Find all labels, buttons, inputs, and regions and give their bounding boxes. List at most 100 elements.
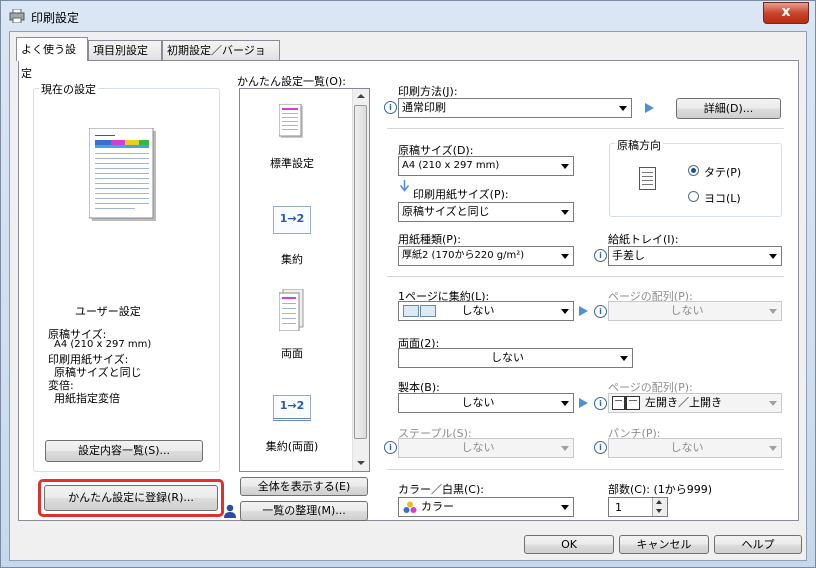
portrait-label[interactable]: タテ(P): [704, 164, 741, 180]
landscape-label[interactable]: ヨコ(L): [704, 190, 741, 206]
page-order-value: しない: [670, 304, 704, 317]
page-order-select[interactable]: しない: [608, 301, 782, 321]
landscape-radio[interactable]: [688, 191, 699, 202]
nup-info-icon[interactable]: i: [594, 305, 607, 318]
chevron-down-icon: [769, 446, 777, 451]
chevron-down-icon: [769, 254, 777, 259]
original-size-select[interactable]: A4 (210 x 297 mm): [398, 156, 574, 176]
easy-settings-list[interactable]: 標準設定 1→2 集約 両面 1→2 集約(両面): [239, 88, 370, 472]
copies-value[interactable]: 1: [615, 501, 622, 514]
scroll-up-icon[interactable]: [357, 94, 365, 98]
copies-stepper[interactable]: 1: [608, 497, 668, 517]
standard-setting-icon: [279, 104, 303, 138]
down-arrow-icon: [400, 180, 409, 192]
tab-item-settings[interactable]: 項目別設定: [88, 40, 162, 60]
staple-info-icon[interactable]: i: [384, 441, 397, 454]
tab-panel: 現在の設定 ユーザー設定 原稿サイズ: A4 (210 x 297 mm) 印刷…: [18, 60, 799, 521]
title-bar: 印刷設定 x: [1, 1, 815, 31]
duplex-value: しない: [491, 351, 524, 364]
list-item-nup-duplex[interactable]: 集約(両面): [242, 438, 342, 454]
chevron-down-icon: [656, 509, 662, 513]
chevron-down-icon: [769, 401, 777, 406]
nup-select[interactable]: しない: [398, 301, 574, 321]
list-item-duplex[interactable]: 両面: [242, 345, 342, 361]
booklet-select[interactable]: しない: [398, 393, 574, 413]
print-settings-window: 印刷設定 x よく使う設定 項目別設定 初期設定／バージョン 現在の設定: [0, 0, 816, 568]
punch-select[interactable]: しない: [608, 438, 782, 458]
scroll-down-icon[interactable]: [357, 461, 365, 465]
list-item-nup[interactable]: 集約: [242, 251, 342, 267]
chevron-down-icon: [561, 254, 569, 259]
paper-type-value: 厚紙2 (170から220 g/m²): [402, 250, 525, 261]
orientation-group: [609, 143, 782, 217]
print-method-label: 印刷方法(J):: [398, 85, 458, 98]
paper-size-value: 原稿サイズと同じ: [402, 205, 490, 218]
help-button[interactable]: ヘルプ: [714, 535, 802, 554]
printer-icon: [9, 9, 25, 23]
nup-icon: 1→2: [273, 206, 311, 234]
left-binding-icon: [612, 396, 640, 410]
print-method-info-icon[interactable]: i: [384, 101, 397, 114]
show-all-button[interactable]: 全体を表示する(E): [240, 477, 368, 496]
paper-size-select[interactable]: 原稿サイズと同じ: [398, 202, 574, 222]
booklet-order-select[interactable]: 左開き／上開き: [608, 393, 782, 413]
orientation-label: 原稿方向: [615, 137, 663, 153]
nup-duplex-icon: 1→2: [273, 395, 311, 421]
organize-list-button[interactable]: 一覧の整理(M)...: [240, 501, 368, 521]
chevron-down-icon: [561, 164, 569, 169]
page-preview-icon: [89, 128, 156, 221]
easy-settings-list-label: かんたん設定一覧(O):: [237, 75, 346, 88]
window-title: 印刷設定: [31, 11, 80, 25]
play-arrow-icon: [579, 398, 588, 408]
punch-value: しない: [670, 441, 704, 454]
chevron-down-icon: [620, 356, 628, 361]
nup-layout-icon: [403, 305, 436, 317]
paper-tray-select[interactable]: 手差し: [608, 246, 782, 266]
list-item-standard[interactable]: 標準設定: [242, 155, 342, 171]
divider: [387, 469, 784, 470]
duplex-select[interactable]: しない: [398, 348, 633, 368]
chevron-down-icon: [561, 210, 569, 215]
booklet-info-icon[interactable]: i: [594, 397, 607, 410]
color-dots-icon: [403, 501, 417, 513]
print-method-select[interactable]: 通常印刷: [398, 98, 632, 118]
details-button[interactable]: 詳細(D)...: [676, 98, 781, 119]
color-mode-select[interactable]: カラー: [398, 497, 574, 517]
color-mode-value: カラー: [421, 500, 454, 513]
paper-tray-label: 給紙トレイ(I):: [608, 233, 679, 246]
paper-tray-info-icon[interactable]: i: [594, 249, 607, 262]
chevron-down-icon: [561, 505, 569, 510]
tab-frequent-settings[interactable]: よく使う設定: [16, 37, 88, 80]
portrait-radio[interactable]: [688, 165, 699, 176]
portrait-page-icon: [639, 167, 656, 190]
paper-type-select[interactable]: 厚紙2 (170から220 g/m²): [398, 246, 574, 266]
duplex-icon: [279, 289, 304, 331]
play-arrow-icon: [645, 103, 654, 113]
register-easy-setting-button[interactable]: かんたん設定に登録(R)...: [44, 485, 218, 511]
chevron-up-icon: [656, 500, 662, 504]
chevron-down-icon: [619, 106, 627, 111]
divider: [387, 128, 784, 129]
settings-list-button[interactable]: 設定内容一覧(S)...: [45, 440, 203, 462]
divider: [387, 276, 784, 277]
print-method-value: 通常印刷: [402, 101, 446, 114]
original-size-value: A4 (210 x 297 mm): [402, 160, 500, 171]
booklet-order-value: 左開き／上開き: [645, 396, 722, 409]
current-settings-label: 現在の設定: [39, 81, 98, 97]
ok-button[interactable]: OK: [524, 535, 614, 554]
scroll-thumb[interactable]: [354, 105, 367, 439]
dialog-client: よく使う設定 項目別設定 初期設定／バージョン 現在の設定: [9, 31, 807, 561]
copies-down-button[interactable]: [652, 507, 667, 516]
booklet-value: しない: [461, 396, 495, 409]
staple-select[interactable]: しない: [398, 438, 574, 458]
list-scrollbar[interactable]: [352, 89, 369, 471]
chevron-down-icon: [769, 309, 777, 314]
nup-value: しない: [461, 304, 495, 317]
close-button[interactable]: x: [763, 2, 809, 24]
chevron-down-icon: [561, 401, 569, 406]
staple-value: しない: [461, 441, 495, 454]
punch-info-icon[interactable]: i: [594, 441, 607, 454]
tab-defaults-version[interactable]: 初期設定／バージョン: [162, 40, 280, 77]
original-size-summary-value: A4 (210 x 297 mm): [54, 339, 152, 350]
cancel-button[interactable]: キャンセル: [619, 535, 709, 554]
